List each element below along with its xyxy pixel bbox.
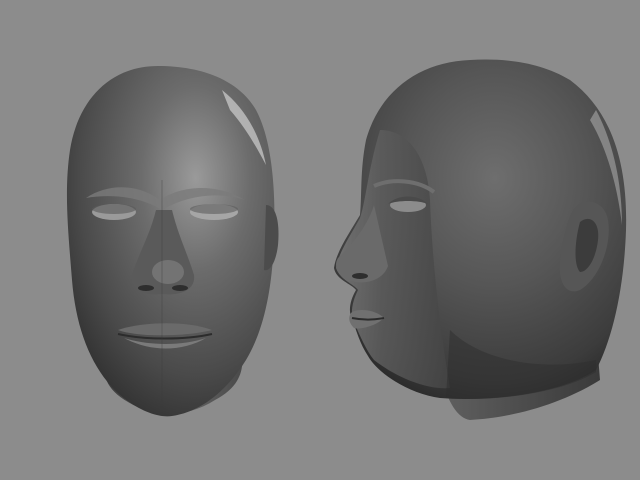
front-head-model bbox=[66, 66, 279, 417]
front-right-eyelid bbox=[190, 204, 238, 214]
front-nostril-right bbox=[172, 285, 188, 291]
front-right-ear bbox=[264, 205, 279, 271]
render-viewport bbox=[0, 0, 640, 480]
side-head-model bbox=[334, 59, 627, 420]
side-nostril bbox=[352, 273, 368, 279]
front-left-eyelid bbox=[92, 204, 136, 214]
front-nose-tip-highlight bbox=[152, 260, 184, 284]
head-render-canvas bbox=[66, 59, 627, 420]
front-nostril-left bbox=[138, 285, 154, 291]
